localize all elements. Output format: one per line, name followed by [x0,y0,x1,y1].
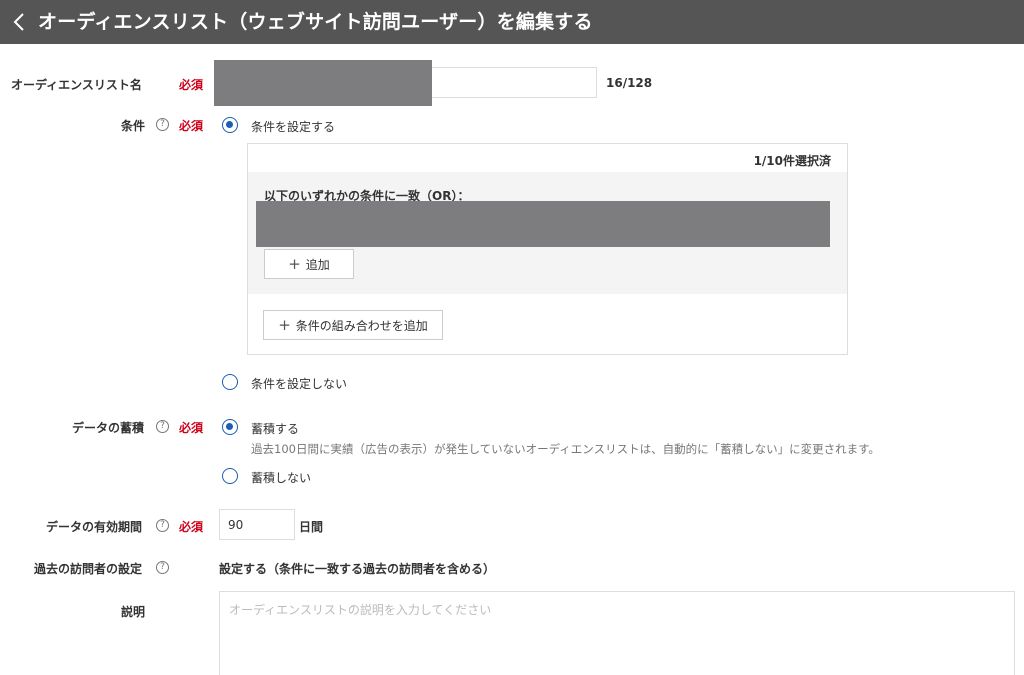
question-circle-icon[interactable]: ? [156,519,169,532]
add-condition-label: 追加 [305,257,330,272]
condition-label: 条件 [121,119,146,133]
chevron-left-icon[interactable] [9,9,29,35]
required-badge: 必須 [179,78,204,92]
name-char-counter: 16/128 [606,76,653,90]
name-label: オーディエンスリスト名 [11,78,142,92]
condition-none-radio[interactable] [222,374,238,390]
page-header: オーディエンスリスト（ウェブサイト訪問ユーザー）を編集する [0,0,1024,44]
required-badge: 必須 [179,119,204,133]
accumulate-label: データの蓄積 [72,421,145,435]
past-visitors-label: 過去の訪問者の設定 [34,562,143,576]
add-combination-button[interactable]: + 条件の組み合わせを追加 [263,310,443,340]
condition-selection-count: 1/10件選択済 [753,154,831,168]
condition-box: 1/10件選択済 以下のいずれかの条件に一致（OR）： + 追加 + 条件の組み… [247,143,848,355]
description-placeholder: オーディエンスリストの説明を入力してください [229,603,492,617]
required-badge: 必須 [179,520,204,534]
past-visitors-value: 設定する（条件に一致する過去の訪問者を含める） [219,562,496,576]
validity-unit: 日間 [299,520,324,534]
condition-set-radio[interactable] [222,117,238,133]
question-circle-icon[interactable]: ? [156,420,169,433]
add-condition-button[interactable]: + 追加 [264,249,354,279]
redacted-name-value [214,60,432,106]
condition-group: 以下のいずれかの条件に一致（OR）： + 追加 [248,172,847,294]
required-badge: 必須 [179,421,204,435]
accumulate-on-label: 蓄積する [251,422,300,436]
plus-icon: + [278,315,291,334]
add-combination-label: 条件の組み合わせを追加 [295,318,428,333]
validity-days-input[interactable] [219,509,295,540]
description-textarea[interactable]: オーディエンスリストの説明を入力してください [219,591,1015,675]
accumulate-note: 過去100日間に実績（広告の表示）が発生していないオーディエンスリストは、自動的… [251,442,880,456]
accumulate-off-label: 蓄積しない [251,471,312,485]
validity-label: データの有効期間 [46,520,143,534]
question-circle-icon[interactable]: ? [156,561,169,574]
condition-none-label: 条件を設定しない [251,377,348,391]
accumulate-on-radio[interactable] [222,419,238,435]
plus-icon: + [288,254,301,273]
description-label: 説明 [121,605,146,619]
condition-set-label: 条件を設定する [251,120,336,134]
page-title: オーディエンスリスト（ウェブサイト訪問ユーザー）を編集する [38,11,593,33]
redacted-condition [256,201,830,247]
accumulate-off-radio[interactable] [222,468,238,484]
question-circle-icon[interactable]: ? [156,118,169,131]
